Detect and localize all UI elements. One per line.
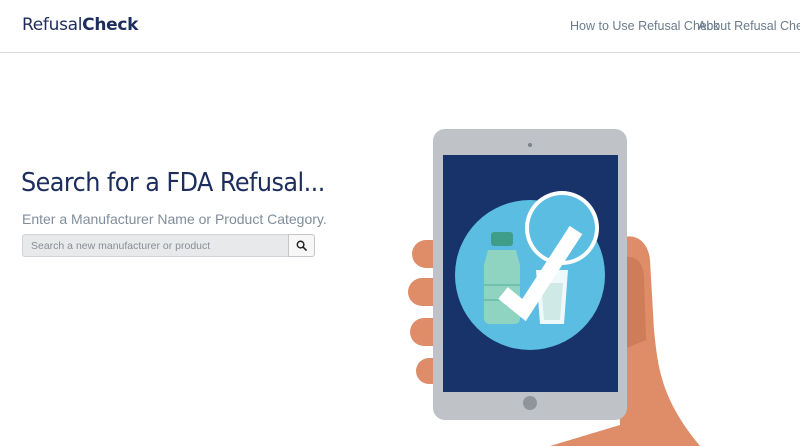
search-button[interactable] xyxy=(288,234,315,257)
search-icon xyxy=(296,240,307,251)
brand-bold: Check xyxy=(82,15,139,35)
search-input[interactable] xyxy=(22,234,288,257)
nav-link-how-to-use[interactable]: How to Use Refusal Check xyxy=(570,19,719,33)
page-subtitle: Enter a Manufacturer Name or Product Cat… xyxy=(22,211,327,227)
search-group xyxy=(22,234,315,257)
brand-regular: Refusal xyxy=(22,15,83,35)
hero-illustration xyxy=(408,129,700,446)
page-title: Search for a FDA Refusal... xyxy=(21,168,325,198)
navbar: RefusalCheck How to Use Refusal Check Ab… xyxy=(0,0,800,53)
brand-logo[interactable]: RefusalCheck xyxy=(22,15,138,35)
nav-link-about[interactable]: About Refusal Check xyxy=(698,19,800,33)
